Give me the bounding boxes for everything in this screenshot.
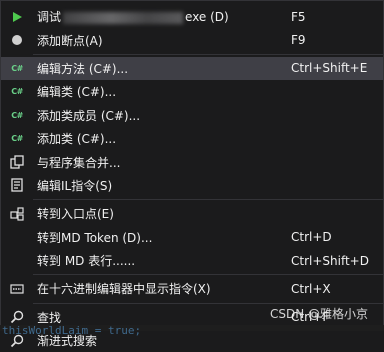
menu-item-shortcut: Ctrl+D <box>291 230 332 245</box>
menu-item-label-prefix: 调试 <box>37 10 62 25</box>
menu-separator <box>33 199 383 201</box>
csharp-icon: C# <box>11 134 23 144</box>
breakpoint-icon <box>9 32 25 48</box>
menu-item-merge-assembly[interactable]: 与程序集合并... <box>1 150 383 173</box>
play-icon <box>9 9 25 25</box>
menu-item-label: 转到入口点(E) <box>37 207 114 222</box>
redacted-filename <box>63 11 184 24</box>
menu-item-label: 转到 MD 表行...... <box>37 254 136 269</box>
menu-item-label: 在十六进制编辑器中显示指令(X) <box>37 282 211 297</box>
menu-item-shortcut: F9 <box>291 33 306 48</box>
menu-item-label: 添加类成员 (C#)... <box>37 108 141 123</box>
menu-item-add-class[interactable]: C# 添加类 (C#)... <box>1 127 383 150</box>
menu-item-label: 转到MD Token (D)... <box>37 230 153 245</box>
merge-icon <box>9 154 25 170</box>
menu-item-debug[interactable]: 调试 exe (D) F5 <box>1 5 383 28</box>
menu-item-label: 编辑类 (C#)... <box>37 85 117 100</box>
menu-item-add-breakpoint[interactable]: 添加断点(A) F9 <box>1 28 383 51</box>
context-menu: 调试 exe (D) F5 添加断点(A) F9 C# 编辑方法 (C#)... … <box>0 0 384 348</box>
menu-item-goto-entry[interactable]: 转到入口点(E) <box>1 202 383 225</box>
menu-item-goto-md-token[interactable]: 转到MD Token (D)... Ctrl+D <box>1 226 383 249</box>
menu-item-label: 添加断点(A) <box>37 33 103 48</box>
menu-item-label-suffix: exe (D) <box>185 10 229 25</box>
menu-item-shortcut: Ctrl+X <box>291 281 331 296</box>
menu-separator <box>33 53 383 55</box>
menu-item-label: 添加类 (C#)... <box>37 132 117 147</box>
menu-separator <box>33 274 383 276</box>
csharp-icon: C# <box>11 87 23 97</box>
menu-item-edit-class[interactable]: C# 编辑类 (C#)... <box>1 80 383 103</box>
menu-item-edit-il[interactable]: 编辑IL指令(S) <box>1 174 383 197</box>
menu-item-show-in-hex-editor[interactable]: 在十六进制编辑器中显示指令(X) Ctrl+X <box>1 277 383 300</box>
menu-item-shortcut: F5 <box>291 9 306 24</box>
hex-editor-icon <box>9 281 25 297</box>
entry-point-icon <box>9 206 25 222</box>
csharp-icon: C# <box>11 110 23 120</box>
menu-item-edit-method[interactable]: C# 编辑方法 (C#)... Ctrl+Shift+E <box>1 56 383 81</box>
menu-item-goto-md-table-row[interactable]: 转到 MD 表行...... Ctrl+Shift+D <box>1 249 383 272</box>
menu-item-shortcut: Ctrl+Shift+D <box>291 253 369 268</box>
menu-item-label: 编辑方法 (C#)... <box>37 61 129 76</box>
menu-item-shortcut: Ctrl+Shift+E <box>291 61 368 76</box>
il-icon <box>9 177 25 193</box>
menu-item-label: 与程序集合并... <box>37 155 121 170</box>
watermark: CSDN @雅格小京 <box>269 307 368 321</box>
code-editor-background: thisWorldLaim = true; <box>0 324 384 337</box>
menu-separator <box>33 302 383 304</box>
search-icon <box>9 309 25 325</box>
menu-item-label: 编辑IL指令(S) <box>37 178 113 193</box>
menu-item-add-class-member[interactable]: C# 添加类成员 (C#)... <box>1 104 383 127</box>
csharp-icon: C# <box>11 63 23 73</box>
